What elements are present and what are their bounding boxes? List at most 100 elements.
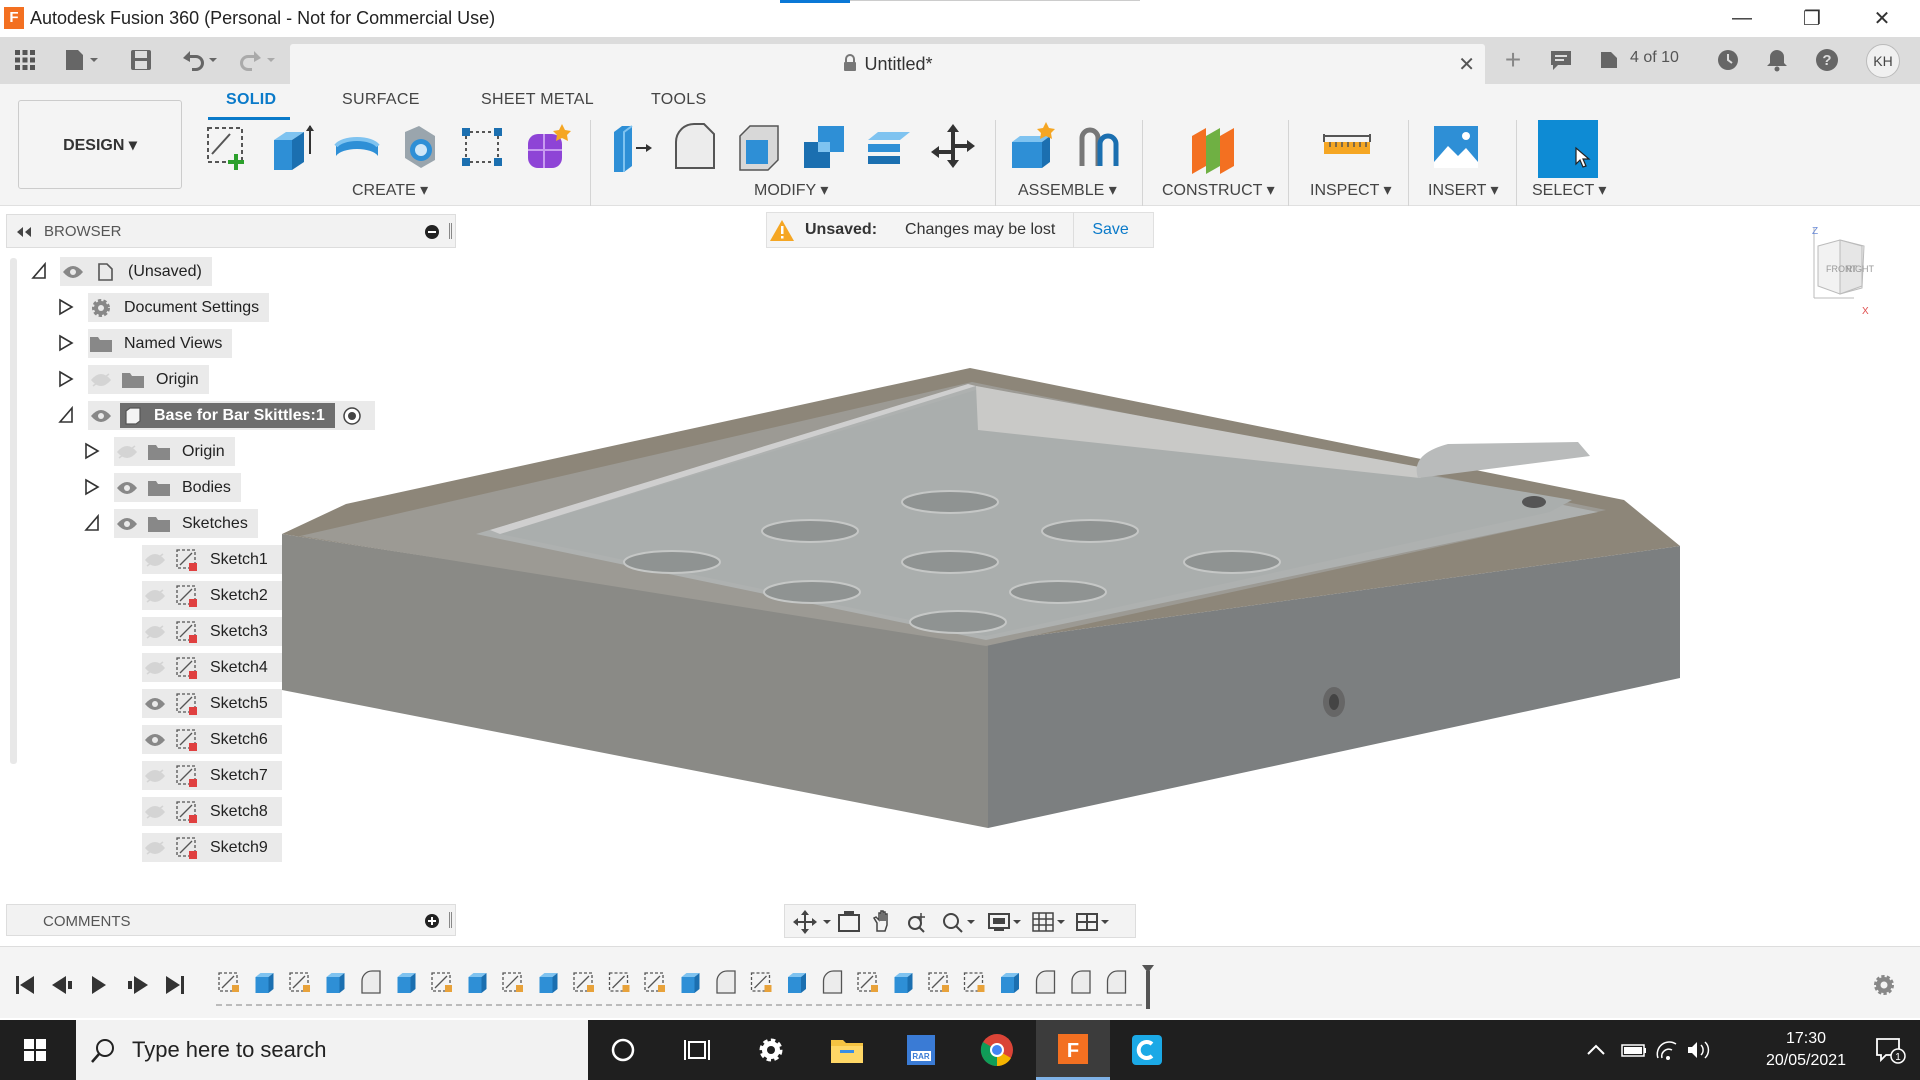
timeline-sketch-icon[interactable] — [963, 972, 985, 992]
eye-hidden-icon[interactable] — [142, 761, 168, 790]
activate-radio-icon[interactable] — [339, 401, 365, 430]
joint-icon[interactable] — [1074, 122, 1124, 174]
timeline-sketch-icon[interactable] — [644, 972, 665, 992]
tree-item-sketch[interactable]: Sketch4 — [142, 653, 282, 682]
tab-solid[interactable]: SOLID — [226, 91, 276, 109]
press-pull-icon[interactable] — [606, 122, 656, 174]
browser-scrollbar[interactable] — [10, 258, 17, 764]
eye-icon[interactable] — [142, 725, 168, 754]
revolve-icon[interactable] — [332, 122, 382, 174]
file-menu-icon[interactable] — [62, 47, 102, 73]
eye-icon[interactable] — [142, 689, 168, 718]
version-count[interactable]: 4 of 10 — [1630, 49, 1679, 67]
plus-circle-icon[interactable] — [425, 914, 439, 928]
eye-hidden-icon[interactable] — [142, 545, 168, 574]
timeline-extrude-icon[interactable] — [539, 973, 558, 993]
insert-image-icon[interactable] — [1432, 122, 1482, 174]
notifications-bell-icon[interactable] — [1764, 47, 1790, 73]
eye-icon[interactable] — [114, 473, 140, 502]
panel-drag-handle[interactable] — [449, 223, 452, 239]
eye-hidden-icon[interactable] — [142, 833, 168, 862]
system-clock[interactable]: 17:30 20/05/2021 — [1752, 1028, 1860, 1072]
fillet-icon[interactable] — [670, 122, 720, 174]
create-group-label[interactable]: CREATE ▾ — [352, 180, 428, 200]
timeline-extrude-icon[interactable] — [468, 973, 487, 993]
tree-item-root[interactable]: (Unsaved) — [60, 257, 212, 286]
timeline-extrude-icon[interactable] — [255, 973, 274, 993]
timeline-fillet-icon[interactable] — [716, 970, 736, 994]
extrude-icon[interactable] — [268, 122, 318, 174]
save-icon[interactable] — [128, 47, 154, 73]
tree-item-bodies[interactable]: Bodies — [114, 473, 241, 502]
workspace-design-dropdown[interactable]: DESIGN ▾ — [18, 100, 182, 189]
offset-plane-icon[interactable] — [1188, 122, 1238, 174]
tree-item-sketch[interactable]: Sketch6 — [142, 725, 282, 754]
timeline-sketch-icon[interactable] — [750, 972, 772, 992]
eye-hidden-icon[interactable] — [142, 617, 168, 646]
panel-drag-handle[interactable] — [449, 912, 452, 928]
tab-surface[interactable]: SURFACE — [342, 91, 420, 109]
eye-hidden-icon[interactable] — [142, 797, 168, 826]
timeline-features[interactable] — [216, 965, 1156, 1009]
move-copy-icon[interactable] — [928, 122, 978, 174]
save-link[interactable]: Save — [1092, 221, 1128, 239]
tree-item-component[interactable]: Base for Bar Skittles:1 — [88, 401, 375, 430]
job-status-clock-icon[interactable] — [1715, 47, 1741, 73]
tab-sheet-metal[interactable]: SHEET METAL — [481, 91, 594, 109]
expanded-triangle-icon[interactable] — [84, 514, 100, 532]
tree-item-sketch[interactable]: Sketch2 — [142, 581, 282, 610]
collapsed-triangle-icon[interactable] — [58, 334, 74, 352]
eye-icon[interactable] — [114, 509, 140, 538]
sweep-icon[interactable] — [395, 122, 445, 174]
close-document-button[interactable]: ✕ — [1458, 52, 1475, 77]
timeline-sketch-icon[interactable] — [502, 972, 523, 992]
close-window-button[interactable]: ✕ — [1852, 2, 1912, 34]
select-group-label[interactable]: SELECT ▾ — [1532, 180, 1606, 200]
document-tab[interactable]: Untitled* ✕ — [290, 44, 1485, 84]
tree-item-named-views[interactable]: Named Views — [88, 329, 233, 358]
measure-icon[interactable] — [1322, 122, 1372, 174]
select-tool-button[interactable] — [1538, 120, 1598, 178]
tree-item-origin[interactable]: Origin — [88, 365, 209, 394]
settings-gear-icon[interactable] — [734, 1020, 808, 1080]
eye-icon[interactable] — [60, 257, 86, 286]
eye-hidden-icon[interactable] — [142, 653, 168, 682]
task-view-icon[interactable] — [660, 1020, 734, 1080]
user-avatar[interactable]: KH — [1866, 44, 1900, 78]
timeline-fillet-icon[interactable] — [1106, 970, 1127, 994]
modify-group-label[interactable]: MODIFY ▾ — [754, 180, 828, 200]
eye-icon[interactable] — [88, 401, 114, 430]
inspect-group-label[interactable]: INSPECT ▾ — [1310, 180, 1392, 200]
timeline-extrude-icon[interactable] — [894, 973, 913, 993]
new-tab-plus-icon[interactable]: + — [1498, 44, 1528, 75]
assemble-group-label[interactable]: ASSEMBLE ▾ — [1018, 180, 1117, 200]
fusion-taskbar-icon[interactable]: F — [1036, 1020, 1110, 1080]
viewcube[interactable]: FRONT RIGHT Z X — [1810, 224, 1890, 317]
restore-button[interactable]: ❐ — [1782, 2, 1842, 34]
timeline-settings-gear-icon[interactable] — [1872, 973, 1896, 997]
collapsed-triangle-icon[interactable] — [58, 370, 74, 388]
timeline-extrude-icon[interactable] — [681, 973, 700, 993]
windows-start-icon[interactable] — [0, 1020, 70, 1080]
shell-icon[interactable] — [734, 122, 784, 174]
winrar-icon[interactable]: RAR — [884, 1020, 958, 1080]
collapse-panel-icon[interactable] — [15, 225, 33, 239]
create-form-icon[interactable] — [522, 122, 572, 174]
offset-face-icon[interactable] — [864, 122, 914, 174]
expanded-triangle-icon[interactable] — [58, 406, 74, 424]
redo-icon[interactable] — [236, 47, 280, 73]
collapsed-triangle-icon[interactable] — [84, 442, 100, 460]
apps-grid-icon[interactable] — [12, 47, 38, 73]
new-component-icon[interactable] — [1008, 122, 1058, 174]
tree-item-sketch[interactable]: Sketch5 — [142, 689, 282, 718]
timeline-extrude-icon[interactable] — [397, 973, 416, 993]
collapsed-triangle-icon[interactable] — [58, 298, 74, 316]
canvas-viewport[interactable] — [0, 206, 1920, 906]
eye-hidden-icon[interactable] — [88, 365, 114, 394]
taskbar-search-box[interactable]: Type here to search — [76, 1020, 588, 1080]
cura-app-icon[interactable] — [1110, 1020, 1184, 1080]
tree-item-sketch[interactable]: Sketch7 — [142, 761, 282, 790]
timeline-extrude-icon[interactable] — [788, 973, 806, 993]
timeline-fillet-icon[interactable] — [822, 970, 843, 994]
cortana-circle-icon[interactable] — [586, 1020, 660, 1080]
